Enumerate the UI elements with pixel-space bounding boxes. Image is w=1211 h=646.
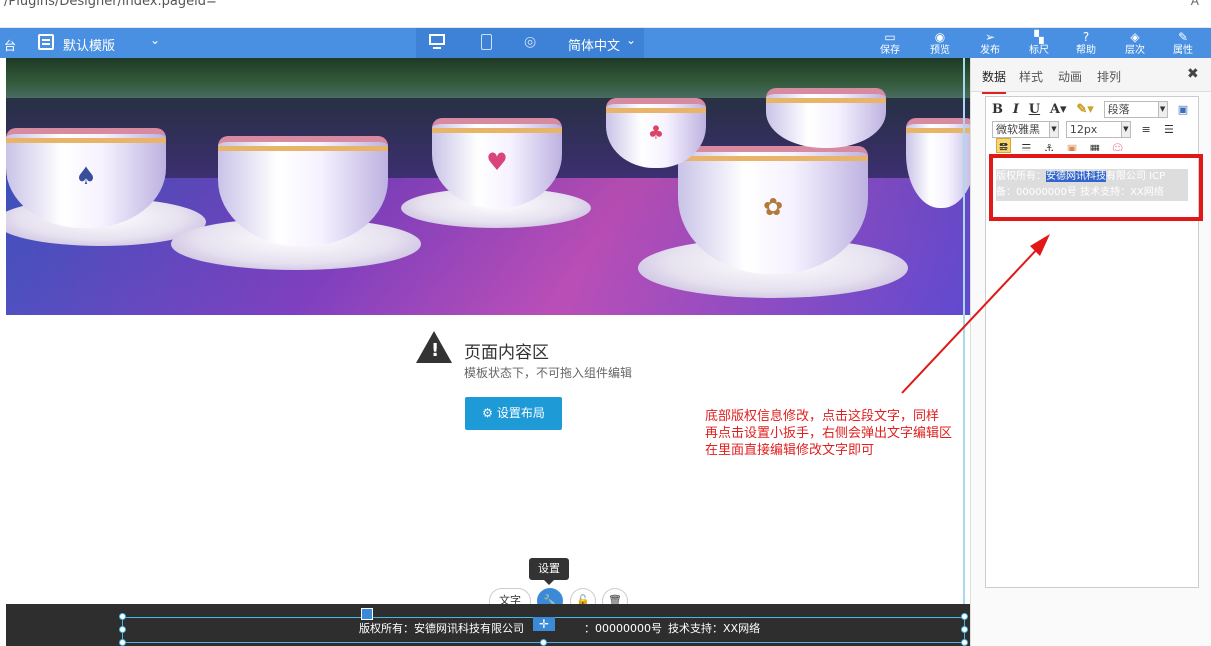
- properties-panel: 数据 样式 动画 排列 ✖ B I U A▾ ✎▾ 段落 ▼ ▣ 微软雅黑 ▼ 12…: [970, 58, 1211, 646]
- image-icon[interactable]: ▣: [1064, 141, 1079, 151]
- wechat-icon[interactable]: ◎: [524, 34, 546, 54]
- resize-handle[interactable]: [119, 626, 126, 633]
- move-icon[interactable]: ✛: [533, 617, 555, 631]
- reader-mode-icon[interactable]: A: [1191, 0, 1199, 8]
- resize-handle[interactable]: [961, 626, 968, 633]
- toolbar-left-stub: 台: [4, 39, 17, 53]
- emoji-icon[interactable]: ☺: [1110, 141, 1125, 151]
- ruler-button[interactable]: ▚ 标尺: [1016, 28, 1062, 58]
- resize-handle[interactable]: [119, 613, 126, 620]
- tab-data[interactable]: 数据: [982, 68, 1007, 94]
- gear-icon: ⚙: [482, 406, 493, 420]
- font-color-button[interactable]: A▾: [1050, 102, 1067, 117]
- help-button[interactable]: ? 帮助: [1063, 28, 1109, 58]
- highlight-box: [989, 154, 1203, 221]
- settings-tooltip: 设置: [529, 558, 569, 585]
- layers-button[interactable]: ◈ 层次: [1112, 28, 1158, 58]
- content-area-hint: 模板状态下，不可拖入组件编辑: [464, 366, 633, 380]
- underline-button[interactable]: U: [1029, 102, 1040, 117]
- font-family-select[interactable]: 微软雅黑: [992, 121, 1050, 138]
- save-icon: ▭: [884, 30, 896, 44]
- format-select[interactable]: 段落: [1103, 101, 1159, 118]
- preview-button[interactable]: ◉ 预览: [917, 28, 963, 58]
- alignment-guide: [963, 58, 965, 646]
- source-icon[interactable]: ▣: [1175, 102, 1190, 117]
- bold-button[interactable]: B: [992, 102, 1003, 117]
- designer-toolbar: 台 默认模版 ⌄ ◎ 简体中文 ⌄ ▭ 保存 ◉ 预览 ➢ 发布 ▚ 标尺 ? …: [0, 28, 1211, 58]
- help-icon: ?: [1082, 30, 1090, 44]
- chevron-down-icon[interactable]: ⌄: [150, 33, 160, 47]
- footer-copyright-text[interactable]: 版权所有：安德网讯科技有限公司 ：00000000号 技术支持：XX网络: [359, 620, 766, 636]
- ruler-icon: ▚: [1034, 30, 1044, 44]
- language-selector[interactable]: 简体中文: [568, 35, 620, 54]
- table-icon[interactable]: ▦: [1087, 141, 1102, 151]
- banner-image[interactable]: ♠ ♥ ✿ ♣: [6, 58, 970, 315]
- properties-button[interactable]: ✎ 属性: [1160, 28, 1206, 58]
- mobile-icon[interactable]: [476, 33, 498, 53]
- desktop-icon[interactable]: [427, 33, 449, 53]
- publish-icon: ➢: [984, 30, 996, 44]
- edit-icon[interactable]: [361, 608, 373, 620]
- template-selector[interactable]: 默认模版: [63, 35, 115, 54]
- url-text: /Plugins/Designer/index.pageid=: [4, 0, 217, 9]
- indent-icon[interactable]: ☰: [1019, 141, 1034, 151]
- resize-handle[interactable]: [540, 639, 547, 646]
- chevron-down-icon[interactable]: ⌄: [626, 33, 636, 47]
- warning-icon: [416, 331, 452, 363]
- close-icon[interactable]: ✖: [1187, 66, 1199, 82]
- set-layout-button[interactable]: ⚙ 设置布局: [465, 397, 562, 430]
- panel-tabs: 数据 样式 动画 排列 ✖: [971, 58, 1211, 94]
- save-button[interactable]: ▭ 保存: [867, 28, 913, 58]
- link-icon[interactable]: ⚓: [1042, 141, 1057, 151]
- tab-arrange[interactable]: 排列: [1097, 68, 1121, 85]
- preview-icon: ◉: [934, 30, 946, 44]
- browser-address-bar[interactable]: /Plugins/Designer/index.pageid= A: [0, 0, 1211, 28]
- editor-toolbar-row: B I U A▾ ✎▾ 段落 ▼ ▣: [992, 101, 1190, 119]
- publish-button[interactable]: ➢ 发布: [967, 28, 1013, 58]
- italic-button[interactable]: I: [1013, 102, 1019, 117]
- content-area-title: 页面内容区: [464, 343, 549, 363]
- resize-handle[interactable]: [961, 639, 968, 646]
- properties-icon: ✎: [1177, 30, 1189, 44]
- tab-style[interactable]: 样式: [1019, 68, 1043, 85]
- highlight-icon[interactable]: ✎▾: [1076, 102, 1093, 117]
- resize-handle[interactable]: [961, 613, 968, 620]
- design-canvas[interactable]: ♠ ♥ ✿ ♣ 页面内容区 模板状态下，不可拖入组件编辑 ⚙设置布局 设置 文字…: [6, 58, 970, 646]
- align-center-icon[interactable]: ☰: [1161, 122, 1176, 137]
- align-left-icon[interactable]: ≡: [1139, 122, 1154, 137]
- resize-handle[interactable]: [119, 639, 126, 646]
- instruction-annotation: 底部版权信息修改，点击这段文字，同样 再点击设置小扳手，右侧会弹出文字编辑区 在…: [705, 409, 953, 458]
- layers-icon: ◈: [1130, 30, 1140, 44]
- template-icon: [38, 34, 54, 50]
- font-size-select[interactable]: 12px: [1065, 121, 1122, 138]
- editor-toolbar-row: ☷ ☰ ⚓ ▣ ▦ ☺: [992, 141, 1125, 151]
- device-switcher: ◎ 简体中文 ⌄: [416, 28, 644, 58]
- list-icon[interactable]: ☷: [996, 141, 1011, 151]
- editor-toolbar-row: 微软雅黑 ▼ 12px ▼ ≡ ☰ ≣: [992, 121, 1198, 153]
- tab-animation[interactable]: 动画: [1058, 68, 1082, 85]
